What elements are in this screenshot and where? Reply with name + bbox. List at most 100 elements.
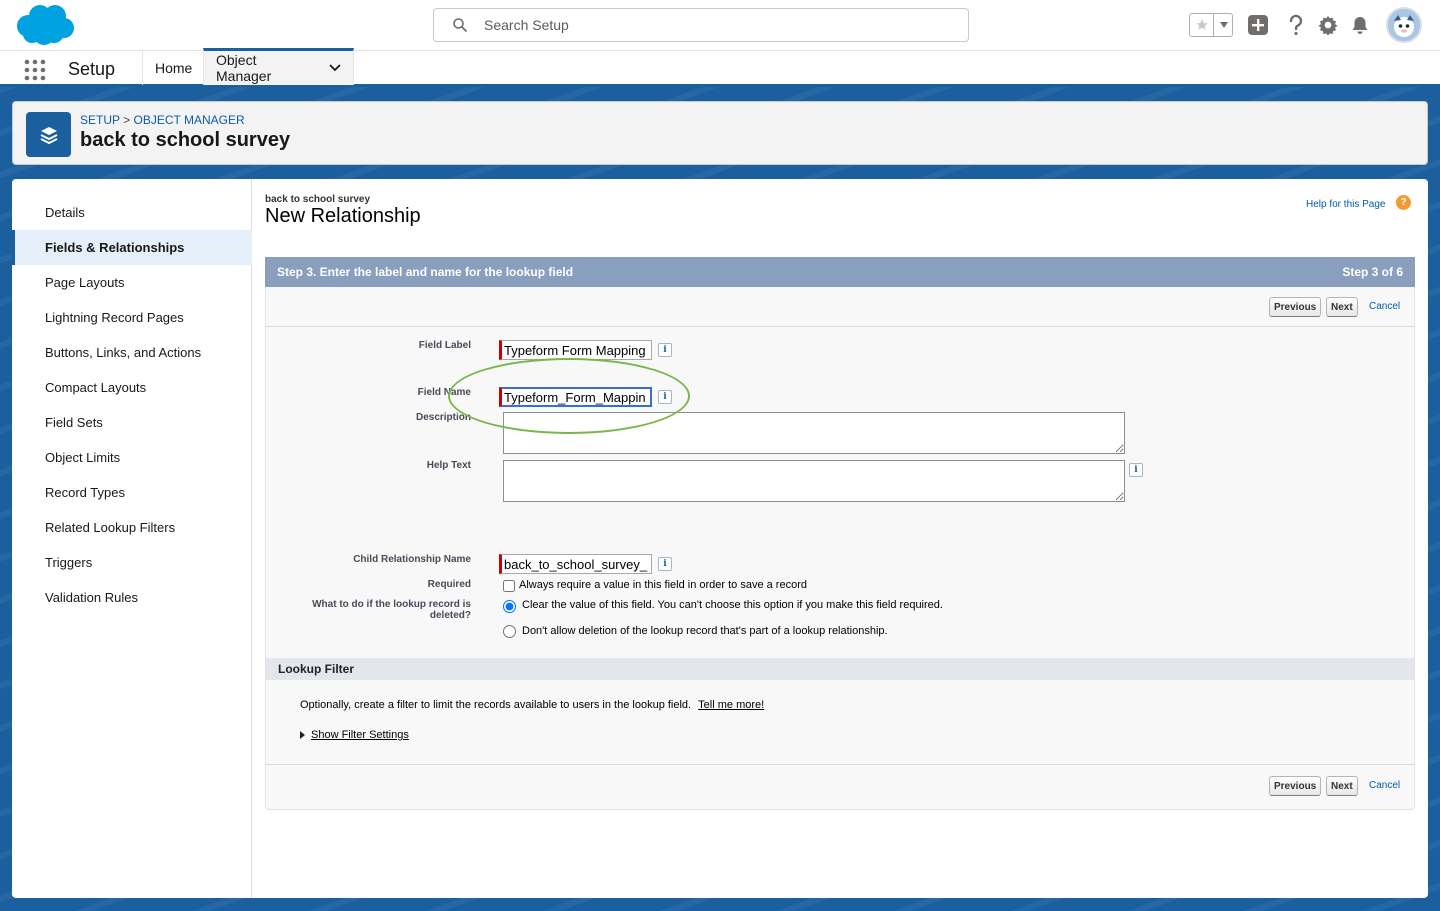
tab-object-manager[interactable]: Object Manager — [203, 48, 354, 85]
search-input[interactable] — [484, 15, 954, 35]
help-question-icon[interactable]: ? — [1396, 195, 1411, 210]
show-filter-settings-toggle[interactable]: Show Filter Settings — [300, 729, 409, 741]
sidebar-item-buttons-links-actions[interactable]: Buttons, Links, and Actions — [12, 335, 252, 370]
sidebar-item-lightning-record-pages[interactable]: Lightning Record Pages — [12, 300, 252, 335]
tab-home[interactable]: Home — [142, 51, 203, 85]
star-icon[interactable] — [1190, 14, 1214, 36]
chevron-down-icon[interactable] — [329, 64, 341, 72]
previous-button-top[interactable]: Previous — [1269, 297, 1322, 317]
avatar[interactable] — [1386, 7, 1422, 43]
page-title: New Relationship — [265, 205, 421, 227]
main-panel: back to school survey New Relationship H… — [253, 179, 1428, 898]
cancel-link-top[interactable]: Cancel — [1369, 301, 1400, 312]
dont-allow-deletion-option-text: Don't allow deletion of the lookup recor… — [522, 625, 888, 637]
lookup-filter-description: Optionally, create a filter to limit the… — [300, 699, 764, 711]
expand-triangle-icon[interactable] — [300, 731, 305, 740]
object-title: back to school survey — [80, 129, 291, 151]
next-button-bottom[interactable]: Next — [1326, 776, 1358, 796]
lookup-filter-heading: Lookup Filter — [266, 658, 1414, 680]
app-launcher-icon[interactable] — [24, 59, 46, 81]
sidebar-item-label: Field Sets — [45, 415, 103, 430]
previous-button-bottom[interactable]: Previous — [1269, 776, 1322, 796]
page-object-name: back to school survey — [265, 194, 371, 205]
field-label-input[interactable] — [499, 340, 652, 360]
step-count: Step 3 of 6 — [1342, 265, 1403, 279]
global-header — [0, 0, 1440, 50]
plus-icon[interactable] — [1247, 14, 1269, 36]
clear-value-option-text: Clear the value of this field. You can't… — [522, 599, 943, 611]
divider — [266, 326, 1414, 327]
help-text-textarea[interactable] — [503, 460, 1125, 502]
description-label: Description — [415, 412, 471, 423]
sidebar-item-label: Page Layouts — [45, 275, 125, 290]
lookup-deleted-label: What to do if the lookup record is delet… — [271, 599, 471, 621]
sidebar-item-label: Record Types — [45, 485, 125, 500]
info-icon[interactable]: i — [658, 390, 672, 404]
sidebar-item-details[interactable]: Details — [12, 195, 252, 230]
sidebar-item-compact-layouts[interactable]: Compact Layouts — [12, 370, 252, 405]
sidebar-item-label: Object Limits — [45, 450, 121, 465]
sidebar-item-label: Related Lookup Filters — [45, 520, 176, 535]
step-header: Step 3. Enter the label and name for the… — [265, 257, 1415, 287]
chevron-down-icon[interactable] — [1215, 14, 1233, 36]
app-navigation: Setup Home Object Manager — [0, 48, 1440, 87]
question-icon[interactable] — [1285, 14, 1307, 36]
next-button-top[interactable]: Next — [1326, 297, 1358, 317]
sidebar-item-triggers[interactable]: Triggers — [12, 545, 252, 580]
tab-home-label: Home — [155, 60, 193, 76]
sidebar-item-related-lookup-filters[interactable]: Related Lookup Filters — [12, 510, 252, 545]
sidebar-item-label: Lightning Record Pages — [45, 310, 184, 325]
sidebar-item-field-sets[interactable]: Field Sets — [12, 405, 252, 440]
sidebar-item-fields-relationships[interactable]: Fields & Relationships — [12, 230, 252, 265]
content-card: Details Fields & Relationships Page Layo… — [12, 179, 1428, 898]
layers-icon — [26, 112, 71, 157]
child-relationship-label: Child Relationship Name — [353, 554, 471, 565]
divider — [266, 764, 1414, 765]
bell-icon[interactable] — [1349, 14, 1371, 36]
object-header: SETUP > OBJECT MANAGER back to school su… — [12, 101, 1428, 165]
gear-icon[interactable] — [1317, 14, 1339, 36]
required-checkbox[interactable] — [503, 580, 515, 592]
sidebar-item-label: Fields & Relationships — [45, 240, 185, 255]
sidebar-item-page-layouts[interactable]: Page Layouts — [12, 265, 252, 300]
info-icon[interactable]: i — [658, 343, 672, 357]
app-name: Setup — [68, 59, 116, 79]
required-option-text: Always require a value in this field in … — [519, 579, 807, 591]
user-avatar-icon — [1388, 11, 1420, 41]
sidebar-item-object-limits[interactable]: Object Limits — [12, 440, 252, 475]
breadcrumb-setup[interactable]: SETUP — [80, 113, 120, 127]
sidebar-item-label: Triggers — [45, 555, 93, 570]
clear-value-radio[interactable] — [503, 600, 516, 613]
info-icon[interactable]: i — [658, 557, 672, 571]
sidebar-item-label: Buttons, Links, and Actions — [45, 345, 202, 360]
field-name-input[interactable] — [499, 387, 652, 407]
lookup-filter-description-text: Optionally, create a filter to limit the… — [300, 699, 692, 711]
salesforce-logo-icon[interactable] — [14, 4, 76, 46]
cancel-link-bottom[interactable]: Cancel — [1369, 780, 1400, 791]
step-title: Step 3. Enter the label and name for the… — [277, 265, 574, 279]
description-textarea[interactable] — [503, 412, 1125, 454]
help-for-page-link[interactable]: Help for this Page — [1306, 199, 1386, 210]
sidebar-item-label: Compact Layouts — [45, 380, 147, 395]
sidebar-item-validation-rules[interactable]: Validation Rules — [12, 580, 252, 615]
favorites-button[interactable] — [1189, 13, 1233, 37]
sidebar-item-label: Validation Rules — [45, 590, 138, 605]
breadcrumb-separator: > — [123, 113, 131, 127]
field-name-label: Field Name — [417, 387, 471, 398]
show-filter-settings-link[interactable]: Show Filter Settings — [311, 729, 409, 741]
required-label: Required — [427, 579, 471, 590]
sidebar-item-label: Details — [45, 205, 85, 220]
lookup-deleted-label-line1: What to do if the lookup record is — [312, 599, 471, 610]
tell-me-more-link[interactable]: Tell me more! — [698, 699, 764, 711]
object-sidebar: Details Fields & Relationships Page Layo… — [12, 179, 252, 898]
tab-object-manager-label: Object Manager — [216, 52, 272, 84]
search-icon — [453, 18, 467, 32]
breadcrumb-object-manager[interactable]: OBJECT MANAGER — [134, 113, 245, 127]
sidebar-item-record-types[interactable]: Record Types — [12, 475, 252, 510]
search-box[interactable] — [433, 8, 969, 42]
child-relationship-input[interactable] — [499, 554, 652, 574]
help-text-label: Help Text — [426, 460, 471, 471]
info-icon[interactable]: i — [1129, 463, 1143, 477]
lookup-deleted-label-line2: deleted? — [429, 610, 471, 621]
dont-allow-deletion-radio[interactable] — [503, 625, 516, 638]
